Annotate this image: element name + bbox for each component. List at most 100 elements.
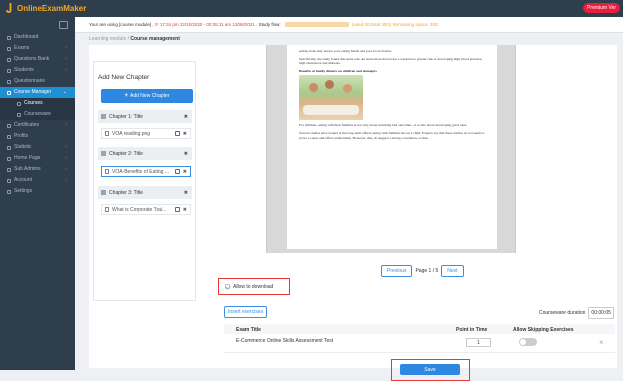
- sidebar-item-home-page[interactable]: Home Page ‹: [0, 153, 75, 164]
- sidebar-item-questions-bank[interactable]: Questions Bank ‹: [0, 54, 75, 65]
- chevron-icon: ‹: [65, 177, 67, 183]
- sidebar-item-profits[interactable]: Profits: [0, 131, 75, 142]
- exercise-table-header: Exam Title Point in Time Allow Skipping …: [224, 324, 615, 334]
- document-viewer[interactable]: eating alone may lead to poor eating hab…: [266, 45, 516, 253]
- edit-icon[interactable]: [175, 207, 180, 212]
- add-chapter-button[interactable]: + Add New Chapter: [101, 89, 193, 103]
- chapter-panel: Add New Chapter + Add New Chapter Chapter…: [93, 61, 196, 301]
- sidebar-item-label: Exams: [14, 45, 30, 51]
- edit-icon[interactable]: [175, 131, 180, 136]
- allow-download-option[interactable]: Allow to download: [218, 278, 290, 295]
- sidebar-item-label: Courses: [24, 100, 43, 106]
- chevron-icon: ‹: [65, 166, 67, 172]
- edit-icon[interactable]: [175, 169, 180, 174]
- sidebar-item-questionnaire[interactable]: Questionnaire: [0, 76, 75, 87]
- lesson-title: What is Corporate Trai...: [112, 206, 167, 213]
- close-icon[interactable]: ✖: [184, 114, 188, 120]
- next-page-button[interactable]: Next: [441, 265, 464, 277]
- usage-info-bar: Your are using [course module] , !!! 17:…: [75, 17, 623, 33]
- sidebar-item-exams[interactable]: Exams ‹: [0, 43, 75, 54]
- document-paragraph: eating alone may lead to poor eating hab…: [299, 49, 392, 53]
- sidebar-item-course-manager[interactable]: Course Manager ⌄: [0, 87, 75, 98]
- exam-title: E-Commerce Online Skills Assessment Test: [236, 338, 334, 344]
- sidebar-item-sub-admins[interactable]: Sub Admins ‹: [0, 164, 75, 175]
- sidebar-item-dashboard[interactable]: Dashboard: [0, 32, 75, 43]
- chapter-header[interactable]: Chapter 3: Title ✖: [98, 186, 192, 199]
- profit-icon: [7, 134, 11, 139]
- main-area: Your are using [course module] , !!! 17:…: [75, 17, 623, 381]
- chevron-icon: ‹: [65, 144, 67, 150]
- sidebar-item-label: Statistic: [14, 144, 32, 150]
- table-row: E-Commerce Online Skills Assessment Test…: [224, 335, 615, 353]
- courseware-duration: Courseware duration 00:00:05: [539, 307, 614, 319]
- plus-icon: +: [124, 93, 129, 99]
- document-icon: [105, 207, 109, 212]
- sidebar-item-settings[interactable]: Settings: [0, 186, 75, 197]
- family-dinner-image: [299, 75, 363, 121]
- sidebar-item-label: Questionnaire: [14, 78, 46, 84]
- logo[interactable]: OnlineExamMaker: [6, 3, 86, 14]
- sidebar-item-label: Account: [14, 177, 33, 183]
- account-icon: [7, 178, 11, 183]
- close-icon[interactable]: ✖: [184, 190, 188, 196]
- column-header: Allow Skipping Exercises: [513, 327, 574, 333]
- allow-skipping-toggle[interactable]: [519, 338, 537, 346]
- sidebar-item-courseware[interactable]: Courseware: [0, 109, 75, 120]
- students-icon: [7, 68, 11, 73]
- sidebar-item-label: Home Page: [14, 155, 41, 161]
- exam-icon: [7, 46, 11, 51]
- courseware-icon: [17, 112, 21, 117]
- sidebar-item-students[interactable]: Students ‹: [0, 65, 75, 76]
- sidebar-item-account[interactable]: Account ‹: [0, 175, 75, 186]
- duration-input[interactable]: 00:00:05: [588, 307, 614, 319]
- document-icon: [105, 169, 109, 174]
- document-paragraph: Specifically, the study found that teens…: [299, 56, 483, 66]
- column-header: Point in Time: [456, 327, 488, 333]
- sidebar-item-label: Profits: [14, 133, 29, 139]
- chevron-icon: ‹: [65, 45, 67, 51]
- breadcrumb: Learning module / Course management: [89, 36, 180, 42]
- document-page: eating alone may lead to poor eating hab…: [287, 45, 497, 249]
- sidebar-item-label: Certificates: [14, 122, 40, 128]
- lesson-item[interactable]: VOA-Benefits of Eating ... ✖: [101, 166, 191, 177]
- lesson-item[interactable]: VOA reading.png ✖: [101, 128, 191, 139]
- chapter-header[interactable]: Chapter 2: Title ✖: [98, 147, 192, 160]
- chapter-icon: [101, 151, 106, 156]
- chevron-icon: ‹: [65, 155, 67, 161]
- sidebar-item-label: Sub Admins: [14, 166, 41, 172]
- sidebar-item-statistic[interactable]: Statistic ‹: [0, 142, 75, 153]
- module-info: Your are using [course module] ,: [89, 22, 155, 27]
- close-icon[interactable]: ✖: [183, 169, 187, 175]
- breadcrumb-parent[interactable]: Learning module /: [89, 36, 130, 42]
- sidebar-item-label: Course Manager: [14, 89, 52, 95]
- dashboard-icon: [7, 35, 11, 40]
- chevron-icon: ‹: [65, 67, 67, 73]
- sidebar-item-courses[interactable]: Courses: [0, 98, 75, 109]
- page-indicator: Page 1 / 5: [415, 268, 439, 274]
- courses-icon: [17, 101, 21, 106]
- home-icon: [7, 156, 11, 161]
- document-heading: Benefits of family dinners on children a…: [299, 68, 377, 73]
- column-header: Exam Title: [236, 327, 261, 333]
- chapter-title: Chapter 2: Title: [109, 150, 143, 157]
- allow-download-label: Allow to download: [233, 283, 274, 290]
- sidebar-item-certificates[interactable]: Certificates ‹: [0, 120, 75, 131]
- close-icon[interactable]: ✖: [184, 151, 188, 157]
- chapter-header[interactable]: Chapter 1: Title ✖: [98, 110, 192, 123]
- sidebar: Dashboard Exams ‹ Questions Bank ‹ Student…: [0, 17, 75, 370]
- premium-badge[interactable]: Premium Ver: [583, 3, 620, 13]
- close-icon[interactable]: ×: [599, 338, 604, 347]
- logo-icon: [6, 3, 12, 13]
- insert-exercises-button[interactable]: Insert exercises: [224, 306, 268, 318]
- add-chapter-label: Add New Chapter: [130, 93, 170, 99]
- allow-download-checkbox[interactable]: [225, 284, 230, 289]
- close-icon[interactable]: ✖: [183, 207, 187, 213]
- previous-page-button[interactable]: Previous: [381, 265, 413, 277]
- pagination: Previous Page 1 / 5 Next: [381, 265, 464, 277]
- document-paragraph: For children, eating with their families…: [299, 123, 468, 128]
- lesson-title: VOA reading.png: [112, 130, 151, 137]
- lesson-item[interactable]: What is Corporate Trai... ✖: [101, 204, 191, 215]
- sidebar-toggle-icon[interactable]: [59, 21, 68, 29]
- close-icon[interactable]: ✖: [183, 131, 187, 137]
- point-in-time-input[interactable]: 1: [466, 338, 491, 347]
